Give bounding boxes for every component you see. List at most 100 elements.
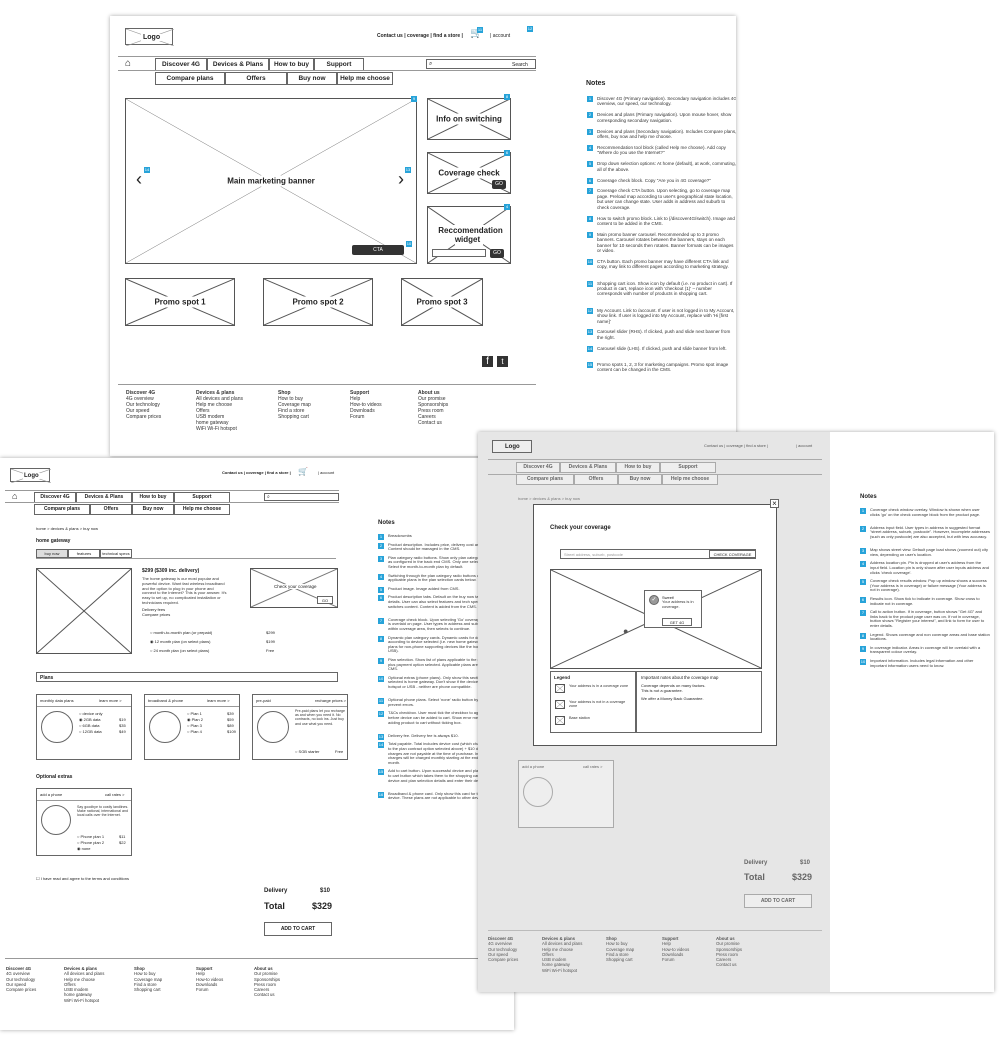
coverage-check-block[interactable]: Check your coverage GO [250,568,338,608]
home-icon[interactable]: ⌂ [12,491,17,501]
logo[interactable]: Logo [125,28,174,46]
subnav-offers[interactable]: Offers [225,72,287,85]
plan-radio[interactable]: ○ Plan 3 [187,723,202,728]
plan-radio[interactable]: ○ 12GB data [79,729,102,734]
check-coverage-button[interactable]: CHECK COVERAGE [709,550,756,558]
get-4g-button[interactable]: GET 4G [662,618,692,626]
subnav-offers[interactable]: Offers [90,504,132,515]
plan-radio[interactable]: ○ SGB starter [295,749,319,754]
search-input[interactable]: ⌕ [264,493,339,501]
facebook-icon[interactable]: f [482,356,493,367]
cart-icon[interactable]: 🛒 [298,467,308,476]
home-icon[interactable]: ⌂ [125,58,131,69]
promo-spot-3[interactable]: Promo spot 3 [401,278,483,326]
footer-link[interactable]: Forum [662,957,689,962]
plan-radio[interactable]: ◉ 2GB data [79,717,101,722]
extra-radio[interactable]: ○ Phone plan 1 [77,834,104,839]
promo-spot-2[interactable]: Promo spot 2 [263,278,373,326]
footer-link[interactable]: Forum [350,414,382,420]
top-links[interactable]: Contact us | coverage | find a store | [222,470,291,475]
compare-prices-link[interactable]: Compare prices [142,612,170,617]
extra-radio[interactable]: ◉ none [77,846,91,851]
plan-card-more-link[interactable]: learn more > [207,698,230,703]
subnav-buy-now[interactable]: Buy now [132,504,174,515]
tab-buy-now[interactable]: buy now [36,549,68,558]
use-dropdown[interactable] [432,249,486,257]
plan-radio[interactable]: ○ Plan 1 [187,711,202,716]
recommendation-widget[interactable]: Reccomendation widget GO [427,206,511,264]
plan-option-radio[interactable]: ◉ 12 month plan (on select plans) [150,639,210,644]
tab-features[interactable]: features [68,549,100,558]
subnav-compare-plans[interactable]: Compare plans [155,72,225,85]
plan-option-radio[interactable]: ○ month-to-month plan (or prepaid) [150,630,212,635]
carousel-left-arrow-icon[interactable]: ‹ [136,169,142,190]
footer-link[interactable]: WiFi Wi-Fi hotspot [64,998,104,1003]
cta-button[interactable]: CTA [352,245,404,255]
account-link[interactable]: | account [318,470,334,475]
twitter-icon[interactable]: t [497,356,508,367]
footer-link[interactable]: Forum [196,987,223,992]
subnav-help-me-choose[interactable]: Help me choose [174,504,230,515]
account-link[interactable]: | account [796,443,812,448]
footer-link[interactable]: Compare prices [126,414,161,420]
add-to-cart-button[interactable]: ADD TO CART [264,922,332,936]
subnav-help-me-choose[interactable]: Help me choose [337,72,393,85]
info-on-switching-block[interactable]: Info on switching [427,98,511,140]
subnav-compare-plans[interactable]: Compare plans [34,504,90,515]
extra-radio[interactable]: ○ Phone plan 2 [77,840,104,845]
close-icon[interactable]: × [770,499,779,508]
footer-link[interactable]: WiFi Wi-Fi hotspot [542,968,582,973]
search-input[interactable]: ⌕ Search [426,59,536,69]
footer-link[interactable]: Contact us [716,962,742,967]
breadcrumb[interactable]: home > devices & plans > buy now [36,526,98,531]
plan-radio[interactable]: ○ 6GB data [79,723,99,728]
footer-link[interactable]: All devices and plans [64,971,104,976]
address-input[interactable]: Street address, suburb, postcode CHECK C… [560,549,756,559]
plan-option-radio[interactable]: ○ 24 month plan (on select plans) [150,648,209,653]
plan-radio[interactable]: ◉ Plan 2 [187,717,203,722]
nav-discover-4g[interactable]: Discover 4G [516,462,560,473]
footer-link[interactable]: Shopping cart [134,987,162,992]
divider [488,930,822,931]
top-links[interactable]: Contact us | coverage | find a store | [704,443,768,448]
plan-card-more-link[interactable]: recharge prices > [315,698,346,703]
promo-spot-1[interactable]: Promo spot 1 [125,278,235,326]
plan-card-more-link[interactable]: learn more > [99,698,122,703]
go-button[interactable]: GO [492,180,506,189]
footer-link[interactable]: Shopping cart [606,957,634,962]
subnav-compare-plans[interactable]: Compare plans [516,474,574,485]
call-rates-link[interactable]: call rates > [105,792,124,797]
footer-link[interactable]: Contact us [254,992,280,997]
footer-link[interactable]: Compare prices [6,987,36,992]
logo-label: Logo [23,473,40,479]
nav-how-to-buy[interactable]: How to buy [616,462,660,473]
plan-radio[interactable]: ○ Plan 4 [187,729,202,734]
footer-link[interactable]: Our promise [254,971,280,976]
footer-link[interactable]: Contact us [418,420,448,426]
footer-link[interactable]: Compare prices [488,957,518,962]
plan-radio[interactable]: ○ device only [79,711,103,716]
tab-technical-specs[interactable]: technical specs [100,549,132,558]
terms-checkbox[interactable]: ☐ I have read and agree to the terms and… [36,876,129,881]
subnav-buy-now[interactable]: Buy now [287,72,337,85]
footer-link[interactable]: Shopping cart [278,414,311,420]
go-button[interactable]: GO [317,596,333,604]
carousel-right-arrow-icon[interactable]: › [398,169,404,190]
coverage-check-block[interactable]: Coverage check GO [427,152,511,194]
go-button[interactable]: GO [490,249,504,258]
main-marketing-banner[interactable]: Main marketing banner ‹ › CTA 10 14 13 [125,98,417,264]
logo[interactable]: Logo [492,440,532,453]
footer-link[interactable]: Our promise [716,941,742,946]
subnav-offers[interactable]: Offers [574,474,618,485]
nav-support[interactable]: Support [660,462,716,473]
footer-link[interactable]: WiFi Wi-Fi hotspot [196,426,243,432]
coverage-map[interactable]: ● ✓ Sweet! Your address is in coverage. … [550,569,762,669]
account-link[interactable]: | account [490,33,510,39]
logo[interactable]: Logo [10,468,51,483]
note-number: 2 [378,542,384,549]
subnav-buy-now[interactable]: Buy now [618,474,662,485]
top-links[interactable]: Contact us | coverage | find a store | [377,33,463,39]
footer-link[interactable]: All devices and plans [542,941,582,946]
nav-devices-plans[interactable]: Devices & Plans [560,462,616,473]
subnav-help-me-choose[interactable]: Help me choose [662,474,718,485]
